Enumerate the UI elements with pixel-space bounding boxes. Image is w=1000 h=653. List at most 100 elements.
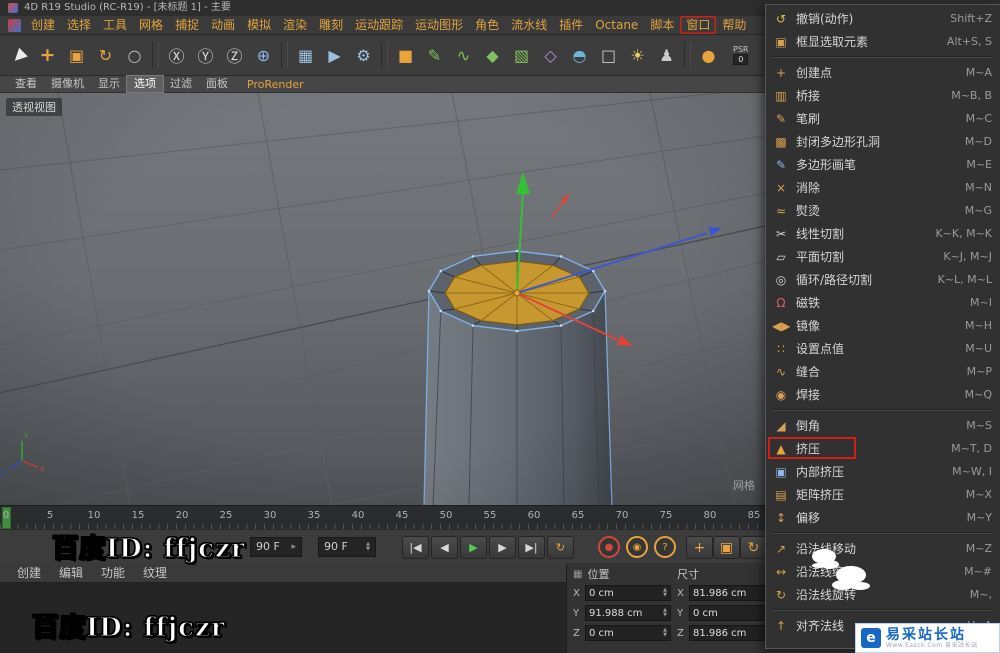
menu-item[interactable]: 窗口 — [680, 16, 716, 34]
coordinate-field[interactable]: 0 cm▲▼ — [585, 625, 671, 641]
context-item-iron[interactable]: ≈熨烫M~G — [766, 199, 1000, 222]
menu-item[interactable]: 脚本 — [644, 16, 680, 34]
coordinate-field[interactable]: 91.988 cm▲▼ — [585, 605, 671, 621]
light-object[interactable]: ☀ — [623, 40, 652, 70]
camera-object[interactable]: □ — [594, 40, 623, 70]
menu-item[interactable]: 捕捉 — [169, 16, 205, 34]
context-item-brush[interactable]: ✎笔刷M~C — [766, 107, 1000, 130]
record-scale-toggle[interactable]: ▣ — [713, 536, 740, 559]
record-rotation-toggle[interactable]: ↻ — [740, 536, 767, 559]
z-axis-lock[interactable]: Ⓩ — [220, 40, 249, 70]
menu-item[interactable]: 帮助 — [716, 16, 752, 34]
menu-item[interactable]: 插件 — [553, 16, 589, 34]
scale-tool[interactable]: ▣ — [62, 40, 91, 70]
coordinate-field[interactable]: 0 cm▲▼ — [585, 585, 671, 601]
goto-start-button[interactable]: |◀ — [402, 536, 429, 559]
coordinate-field[interactable]: 81.986 cm▲▼ — [689, 625, 775, 641]
y-axis-lock[interactable]: Ⓨ — [191, 40, 220, 70]
viewport-canvas[interactable]: Y X Z 透视视图 网格 — [0, 93, 765, 505]
context-item-smooth-shift[interactable]: ↕偏移M~Y — [766, 506, 1000, 529]
menu-item[interactable]: 选择 — [61, 16, 97, 34]
timeline-ruler[interactable]: 0510152025303540455055606570758085 — [0, 505, 765, 529]
menu-item[interactable]: 运动跟踪 — [349, 16, 409, 34]
material-menu-item[interactable]: 创建 — [8, 564, 50, 581]
environment-objects[interactable]: ◓ — [565, 40, 594, 70]
menu-item[interactable]: 创建 — [25, 16, 61, 34]
context-item-bevel[interactable]: ◢倒角M~S — [766, 414, 1000, 437]
viewport-menu-item[interactable]: 摄像机 — [44, 76, 91, 92]
render-active-view[interactable]: ▦ — [291, 40, 320, 70]
add-cube-object[interactable]: ■ — [391, 40, 420, 70]
render-settings[interactable]: ⚙ — [349, 40, 378, 70]
context-item-frame-selected[interactable]: ▣框显选取元素Alt+S, S — [766, 30, 1000, 53]
prorender-menu[interactable]: ProRender — [247, 78, 304, 91]
viewport-menu-item[interactable]: 选项 — [127, 76, 163, 92]
viewport-menu-item[interactable]: 过滤 — [163, 76, 199, 92]
context-item-extrude-inner[interactable]: ▣内部挤压M~W, I — [766, 460, 1000, 483]
live-selection-tool[interactable]: ◀ — [4, 40, 33, 70]
viewport-menu-item[interactable]: 面板 — [199, 76, 235, 92]
spinner-icon[interactable]: ▲▼ — [663, 628, 667, 638]
spinner-icon[interactable]: ▲▼ — [663, 588, 667, 598]
modeling-objects[interactable]: ▧ — [507, 40, 536, 70]
previous-frame-button[interactable]: ◀ — [431, 536, 458, 559]
move-tool[interactable]: + — [33, 40, 62, 70]
psr-lock-indicator[interactable]: PSR0 — [733, 45, 748, 65]
context-item-plane-cut[interactable]: ▱平面切割K~J, M~J — [766, 245, 1000, 268]
context-item-close-hole[interactable]: ▩封闭多边形孔洞M~D — [766, 130, 1000, 153]
material-menu-item[interactable]: 功能 — [92, 564, 134, 581]
context-item-loop-cut[interactable]: ◎循环/路径切割K~L, M~L — [766, 268, 1000, 291]
viewport-menu-item[interactable]: 查看 — [8, 76, 44, 92]
last-used-tool[interactable]: ○ — [120, 40, 149, 70]
context-item-normal-rotate[interactable]: ↻沿法线旋转M~, — [766, 583, 1000, 606]
context-item-polygon-pen[interactable]: ✎多边形画笔M~E — [766, 153, 1000, 176]
coordinate-field[interactable]: 0 cm▲▼ — [689, 605, 775, 621]
context-item-normal-move[interactable]: ↗沿法线移动M~Z — [766, 537, 1000, 560]
context-item-undo[interactable]: ↺撤销(动作)Shift+Z — [766, 7, 1000, 30]
context-item-set-point-value[interactable]: ∷设置点值M~U — [766, 337, 1000, 360]
record-keyframe-button[interactable]: ● — [598, 536, 620, 558]
end-frame-field[interactable]: 90 F ▸ — [250, 537, 302, 557]
pen-tool[interactable]: ✎ — [420, 40, 449, 70]
menu-item[interactable]: 网格 — [133, 16, 169, 34]
next-frame-button[interactable]: ▶ — [489, 536, 516, 559]
menu-item[interactable]: 渲染 — [277, 16, 313, 34]
generators[interactable]: ◆ — [478, 40, 507, 70]
autokey-button[interactable]: ◉ — [626, 536, 648, 558]
spinner-icon[interactable]: ▲▼ — [663, 608, 667, 618]
context-item-create-point[interactable]: +创建点M~A — [766, 61, 1000, 84]
keyframe-settings-button[interactable]: ? — [654, 536, 676, 558]
context-item-normal-scale[interactable]: ↔沿法线缩放M~# — [766, 560, 1000, 583]
menu-item[interactable]: 流水线 — [505, 16, 553, 34]
menu-item[interactable]: Octane — [589, 16, 644, 34]
coordinate-system[interactable]: ⊕ — [249, 40, 278, 70]
figure-object[interactable]: ♟ — [652, 40, 681, 70]
context-item-line-cut[interactable]: ✂线性切割K~K, M~K — [766, 222, 1000, 245]
menu-item[interactable]: 模拟 — [241, 16, 277, 34]
coordinate-field[interactable]: 81.986 cm▲▼ — [689, 585, 775, 601]
rotate-tool[interactable]: ↻ — [91, 40, 120, 70]
context-item-extrude[interactable]: ▲挤压M~T, D — [766, 437, 1000, 460]
record-position-toggle[interactable]: + — [686, 536, 713, 559]
view-label[interactable]: 透视视图 — [6, 98, 62, 116]
context-item-magnet[interactable]: Ω磁铁M~I — [766, 291, 1000, 314]
context-item-mirror[interactable]: ◀▶镜像M~H — [766, 314, 1000, 337]
goto-end-button[interactable]: ▶| — [518, 536, 545, 559]
deformers[interactable]: ◇ — [536, 40, 565, 70]
context-item-weld[interactable]: ◉焊接M~Q — [766, 383, 1000, 406]
material-menu-item[interactable]: 编辑 — [50, 564, 92, 581]
menu-item[interactable]: 运动图形 — [409, 16, 469, 34]
menu-item[interactable]: 工具 — [97, 16, 133, 34]
context-item-matrix-extrude[interactable]: ▤矩阵挤压M~X — [766, 483, 1000, 506]
menu-item[interactable]: 雕刻 — [313, 16, 349, 34]
loop-playback-button[interactable]: ↻ — [547, 536, 574, 559]
menu-item[interactable]: 角色 — [469, 16, 505, 34]
spinner-icon[interactable]: ▲▼ — [366, 542, 370, 552]
context-item-bridge[interactable]: ▥桥接M~B, B — [766, 84, 1000, 107]
viewport-menu-item[interactable]: 显示 — [91, 76, 127, 92]
app-menu-icon[interactable] — [8, 19, 21, 32]
x-axis-lock[interactable]: Ⓧ — [162, 40, 191, 70]
play-forward-button[interactable]: ▶ — [460, 536, 487, 559]
context-item-stitch[interactable]: ∿缝合M~P — [766, 360, 1000, 383]
material-menu-item[interactable]: 纹理 — [134, 564, 176, 581]
